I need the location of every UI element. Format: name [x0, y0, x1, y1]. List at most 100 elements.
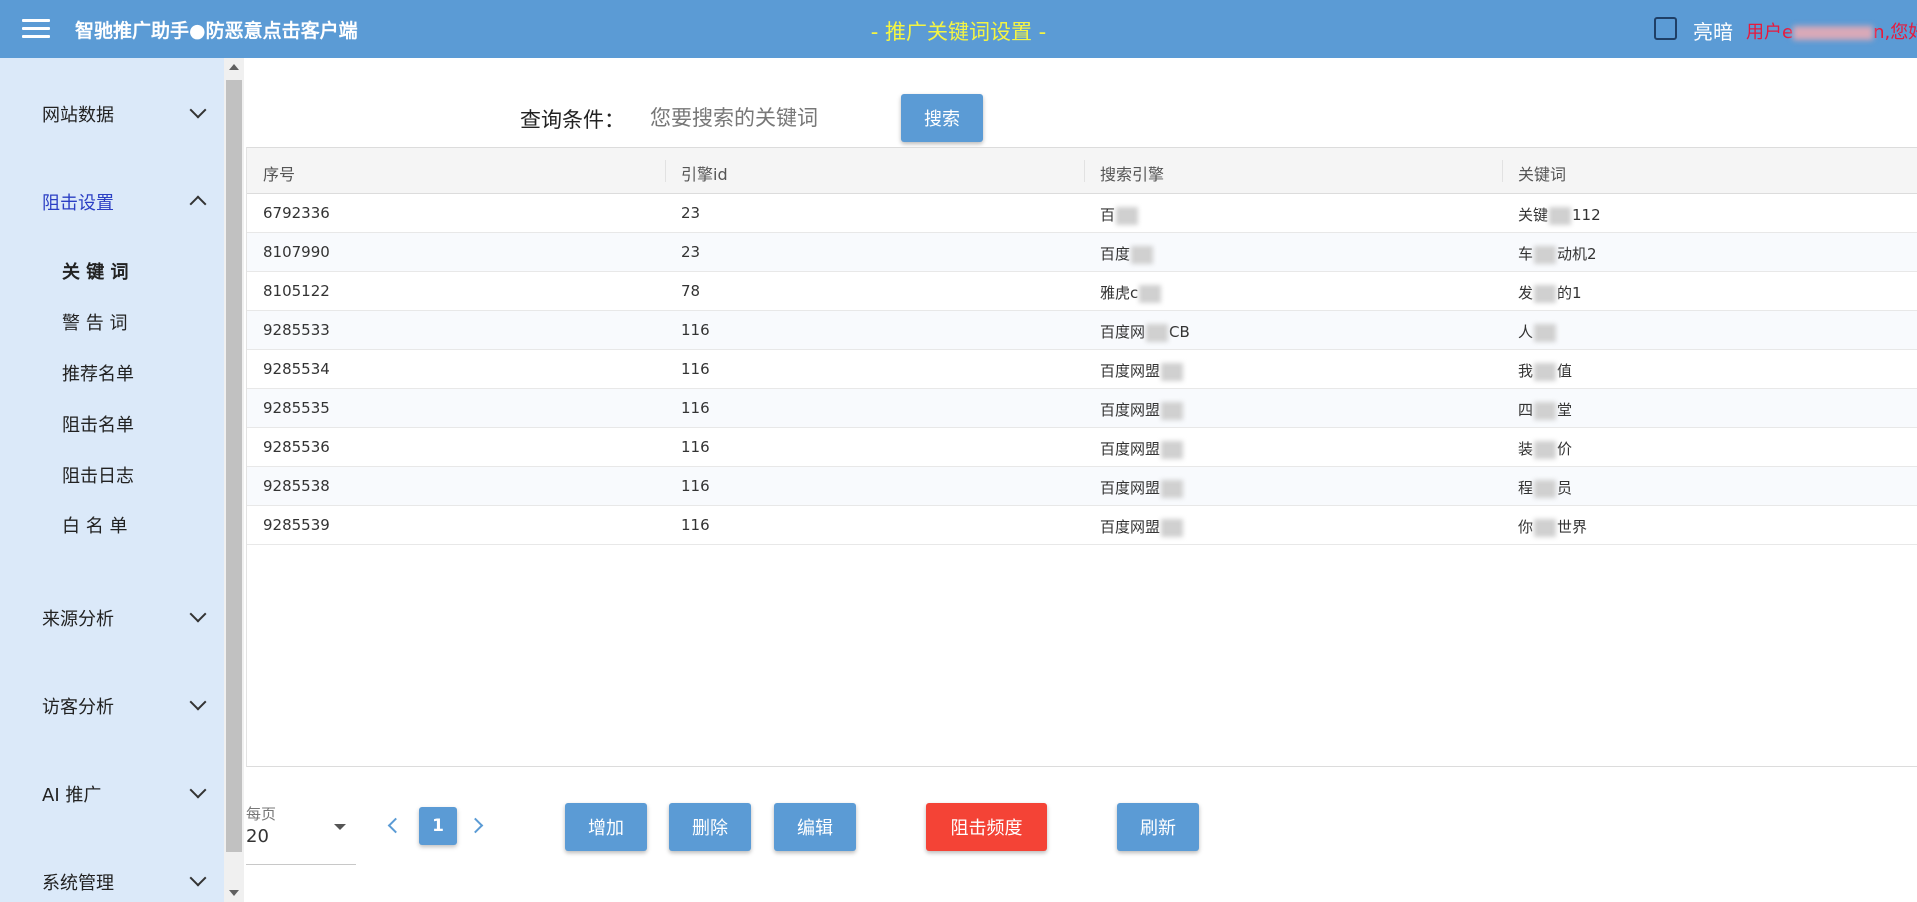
cell-text: 112	[1572, 206, 1601, 224]
cell-engine-id: 116	[681, 438, 710, 456]
cell-keyword: 你 世界	[1518, 516, 1587, 537]
table-row[interactable]: 9285535 116 百度网盟 四堂	[247, 389, 1917, 428]
cell-text: 你	[1518, 518, 1534, 536]
redacted-text	[1131, 245, 1154, 264]
redacted-text	[1534, 440, 1557, 459]
table-row[interactable]: 9285533 116 百度网 CB 人	[247, 311, 1917, 350]
column-header-engine-id: 引擎id	[681, 165, 728, 184]
cell-text: 车	[1518, 245, 1534, 263]
cell-engine-id: 116	[681, 477, 710, 495]
cell-search-engine: 雅虎c	[1100, 282, 1162, 303]
sidebar-item-block-log[interactable]: 阻击日志	[62, 462, 134, 488]
per-page-select[interactable]: 20	[246, 826, 269, 847]
sidebar-group-system-management[interactable]: 系统管理	[42, 869, 207, 895]
sidebar-item-warning-words[interactable]: 警 告 词	[62, 309, 127, 335]
theme-toggle-checkbox[interactable]	[1654, 17, 1677, 40]
table-row[interactable]: 8105122 78 雅虎c 发 的1	[247, 272, 1917, 311]
block-frequency-button[interactable]: 阻击频度	[926, 803, 1047, 851]
cell-keyword: 装价	[1518, 438, 1572, 459]
redacted-text	[1534, 284, 1557, 303]
cell-text: 关键	[1518, 206, 1549, 224]
cell-text: 百度网盟	[1100, 401, 1161, 419]
cell-text: 装	[1518, 440, 1534, 458]
sidebar-item-whitelist[interactable]: 白 名 单	[62, 512, 127, 538]
cell-id: 9285533	[263, 321, 330, 339]
table-row[interactable]: 9285538 116 百度网盟 程员	[247, 467, 1917, 506]
cell-text: 值	[1557, 362, 1573, 380]
keyword-table: 序号 引擎id 搜索引擎 关键词 6792336 23 百 关键 112 8107…	[246, 147, 1917, 767]
page-button-current[interactable]: 1	[419, 807, 457, 845]
column-header-keyword: 关键词	[1518, 165, 1567, 184]
sidebar-item-recommend-list[interactable]: 推荐名单	[62, 360, 134, 386]
table-row[interactable]: 9285536 116 百度网盟 装价	[247, 428, 1917, 467]
redacted-text	[1549, 206, 1572, 225]
sidebar-group-website-data[interactable]: 网站数据	[42, 101, 207, 127]
search-input[interactable]	[648, 99, 882, 137]
add-button[interactable]: 增加	[565, 803, 647, 851]
cell-text: 百度网盟	[1100, 440, 1161, 458]
per-page-label: 每页	[246, 805, 277, 823]
table-row[interactable]: 6792336 23 百 关键 112	[247, 194, 1917, 233]
cell-text: 价	[1557, 440, 1573, 458]
cell-search-engine: 百	[1100, 204, 1139, 225]
edit-button[interactable]: 编辑	[774, 803, 856, 851]
cell-search-engine: 百度网盟	[1100, 477, 1184, 498]
chevron-down-icon	[189, 693, 207, 711]
cell-keyword: 发 的1	[1518, 282, 1582, 303]
scroll-down-arrow-icon[interactable]	[229, 890, 239, 896]
cell-text: 世界	[1557, 518, 1588, 536]
cell-keyword: 程员	[1518, 477, 1572, 498]
sidebar-group-label: 阻击设置	[42, 193, 114, 214]
table-row[interactable]: 9285534 116 百度网盟 我值	[247, 350, 1917, 389]
cell-id: 9285536	[263, 438, 330, 456]
scrollbar-thumb[interactable]	[226, 80, 242, 852]
top-bar: 智驰推广助手●防恶意点击客户端 - 推广关键词设置 - 亮暗 用户en,您好!	[0, 0, 1917, 58]
cell-text: 程	[1518, 479, 1534, 497]
delete-button[interactable]: 删除	[669, 803, 751, 851]
hamburger-icon[interactable]	[22, 19, 50, 39]
sidebar-group-block-settings[interactable]: 阻击设置	[42, 189, 207, 215]
user-greeting-prefix: 用户e	[1746, 22, 1794, 43]
cell-search-engine: 百度网盟	[1100, 516, 1184, 537]
sidebar-group-label: 网站数据	[42, 105, 114, 126]
scroll-up-arrow-icon[interactable]	[229, 64, 239, 70]
cell-engine-id: 116	[681, 399, 710, 417]
sidebar-group-ai-promotion[interactable]: AI 推广	[42, 781, 207, 807]
user-greeting: 用户e n,您好!	[1746, 18, 1917, 44]
sidebar-item-keywords[interactable]: 关 键 词	[62, 258, 129, 284]
cell-search-engine: 百度	[1100, 243, 1154, 264]
sidebar: 网站数据 阻击设置 关 键 词 警 告 词 推荐名单 阻击名单 阻击日志 白 名…	[0, 58, 224, 902]
cell-search-engine: 百度网盟	[1100, 438, 1184, 459]
refresh-button[interactable]: 刷新	[1117, 803, 1199, 851]
redacted-text	[1116, 206, 1139, 225]
cell-keyword: 人	[1518, 321, 1557, 342]
chevron-down-icon	[189, 605, 207, 623]
cell-id: 8105122	[263, 282, 330, 300]
redacted-text	[1161, 440, 1184, 459]
table-row[interactable]: 8107990 23 百度 车 动机2	[247, 233, 1917, 272]
redacted-text	[1161, 479, 1184, 498]
sidebar-group-source-analysis[interactable]: 来源分析	[42, 605, 207, 631]
theme-toggle-label: 亮暗	[1693, 20, 1733, 44]
column-separator	[1084, 160, 1085, 182]
sidebar-group-label: AI 推广	[42, 785, 102, 806]
table-row[interactable]: 9285539 116 百度网盟 你 世界	[247, 506, 1917, 545]
chevron-down-icon	[189, 101, 207, 119]
sidebar-scrollbar[interactable]	[224, 58, 244, 902]
caret-down-icon[interactable]	[334, 824, 346, 830]
sidebar-group-label: 访客分析	[42, 697, 114, 718]
column-header-id: 序号	[263, 165, 296, 184]
sidebar-item-block-list[interactable]: 阻击名单	[62, 411, 134, 437]
sidebar-group-visitor-analysis[interactable]: 访客分析	[42, 693, 207, 719]
cell-engine-id: 116	[681, 516, 710, 534]
chevron-left-icon[interactable]	[387, 817, 404, 834]
cell-text: 堂	[1557, 401, 1573, 419]
cell-engine-id: 23	[681, 204, 701, 222]
redacted-username	[1793, 26, 1874, 40]
per-page-underline	[246, 864, 356, 865]
redacted-text	[1139, 284, 1162, 303]
search-button[interactable]: 搜索	[901, 94, 983, 142]
chevron-right-icon[interactable]	[467, 817, 484, 834]
redacted-text	[1161, 518, 1184, 537]
cell-text: 百	[1100, 206, 1116, 224]
